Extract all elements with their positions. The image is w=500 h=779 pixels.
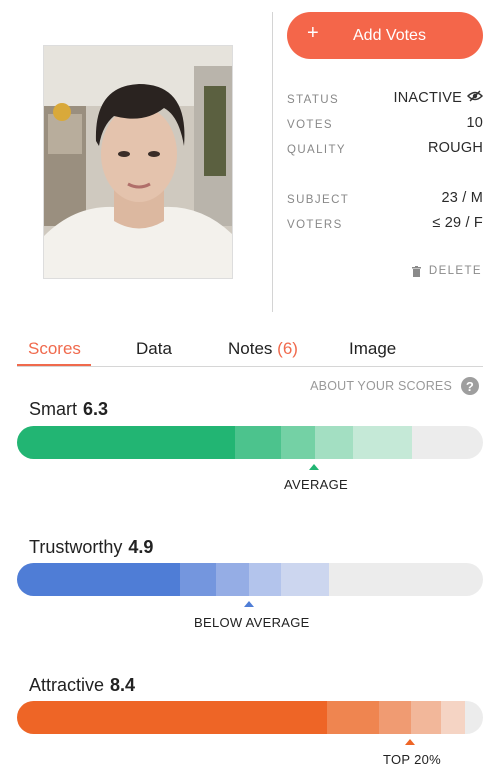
subject-label: SUBJECT bbox=[287, 194, 350, 206]
voters-label: VOTERS bbox=[287, 219, 343, 231]
delete-button[interactable]: DELETE bbox=[411, 265, 482, 277]
active-tab-indicator bbox=[17, 364, 91, 366]
marker-triangle-icon bbox=[244, 601, 254, 607]
bar-segment bbox=[281, 426, 315, 459]
trash-icon bbox=[411, 265, 421, 277]
vertical-divider bbox=[272, 12, 273, 312]
votes-row: VOTES 10 bbox=[287, 115, 483, 135]
score-bar-trustworthy bbox=[17, 563, 483, 596]
verdict-label: BELOW AVERAGE bbox=[194, 615, 310, 630]
bar-segment bbox=[441, 701, 465, 734]
status-row: STATUS INACTIVE bbox=[287, 90, 484, 110]
delete-label: DELETE bbox=[428, 265, 482, 277]
tab-data[interactable]: Data bbox=[136, 339, 172, 367]
score-bar-smart bbox=[17, 426, 483, 459]
bar-segment bbox=[281, 563, 329, 596]
tab-scores[interactable]: Scores bbox=[28, 339, 81, 367]
tab-image[interactable]: Image bbox=[349, 339, 396, 367]
score-bar-attractive bbox=[17, 701, 483, 734]
quality-value: ROUGH bbox=[428, 140, 483, 156]
verdict-label: AVERAGE bbox=[284, 477, 348, 492]
marker-triangle-icon bbox=[309, 464, 319, 470]
subject-row: SUBJECT 23 / M bbox=[287, 190, 483, 210]
bar-segment bbox=[180, 563, 216, 596]
votes-value: 10 bbox=[466, 115, 483, 131]
bar-segment bbox=[379, 701, 411, 734]
add-votes-button[interactable]: + Add Votes bbox=[287, 12, 483, 59]
add-votes-label: Add Votes bbox=[353, 27, 426, 44]
eye-off-icon[interactable] bbox=[466, 90, 484, 106]
score-title-attractive: Attractive 8.4 bbox=[29, 675, 135, 696]
voters-value: ≤ 29 / F bbox=[432, 215, 483, 231]
bar-segment bbox=[235, 426, 281, 459]
bar-segment bbox=[411, 701, 441, 734]
marker-triangle-icon bbox=[405, 739, 415, 745]
score-label: Trustworthy bbox=[29, 537, 123, 557]
quality-label: QUALITY bbox=[287, 144, 347, 156]
bar-segment bbox=[17, 426, 235, 459]
voters-row: VOTERS ≤ 29 / F bbox=[287, 215, 483, 235]
about-scores-link[interactable]: ABOUT YOUR SCORES ? bbox=[310, 377, 479, 395]
tab-bar: Scores Data Notes (6) Image bbox=[17, 337, 483, 367]
subject-value: 23 / M bbox=[441, 190, 483, 206]
score-title-smart: Smart 6.3 bbox=[29, 399, 108, 420]
about-scores-label: ABOUT YOUR SCORES bbox=[310, 379, 452, 393]
help-icon: ? bbox=[461, 377, 479, 395]
bar-segment bbox=[216, 563, 249, 596]
bar-segment bbox=[353, 426, 412, 459]
bar-segment bbox=[17, 701, 327, 734]
score-value: 4.9 bbox=[128, 537, 154, 557]
score-value: 6.3 bbox=[83, 399, 109, 419]
bar-segment bbox=[249, 563, 281, 596]
bar-segment bbox=[315, 426, 353, 459]
plus-icon: + bbox=[307, 22, 319, 44]
tab-notes[interactable]: Notes (6) bbox=[228, 339, 298, 367]
bar-segment bbox=[17, 563, 180, 596]
votes-label: VOTES bbox=[287, 119, 333, 131]
quality-row: QUALITY ROUGH bbox=[287, 140, 483, 160]
score-value: 8.4 bbox=[110, 675, 136, 695]
verdict-label: TOP 20% bbox=[383, 752, 441, 767]
score-label: Smart bbox=[29, 399, 78, 419]
score-title-trustworthy: Trustworthy 4.9 bbox=[29, 537, 153, 558]
notes-count-badge: (6) bbox=[277, 339, 298, 358]
tab-notes-label: Notes bbox=[228, 339, 273, 358]
status-label: STATUS bbox=[287, 94, 340, 106]
bar-segment bbox=[327, 701, 379, 734]
score-label: Attractive bbox=[29, 675, 105, 695]
status-value: INACTIVE bbox=[393, 90, 462, 106]
subject-photo bbox=[43, 45, 233, 279]
status-value-wrap: INACTIVE bbox=[393, 90, 484, 106]
